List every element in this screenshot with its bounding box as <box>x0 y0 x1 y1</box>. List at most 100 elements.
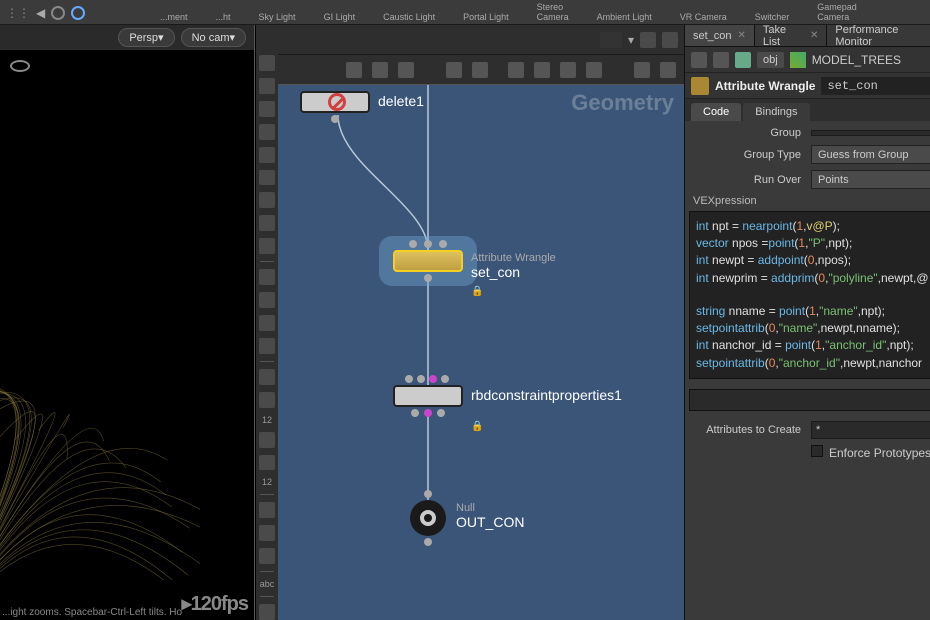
image-icon[interactable] <box>560 62 576 78</box>
shelf-handle-icon[interactable]: ⋮⋮ <box>6 6 30 20</box>
close-icon[interactable]: ✕ <box>738 30 746 41</box>
tool-clean2-icon[interactable] <box>259 432 275 448</box>
node-out-con[interactable]: Null OUT_CON <box>410 500 446 536</box>
shelf-item-label: Caustic Light <box>383 12 435 22</box>
circle-icon[interactable] <box>51 6 65 20</box>
persp-menu[interactable]: Persp▾ <box>118 28 174 47</box>
shelf-item[interactable]: StereoCamera <box>537 2 569 22</box>
shelf-item-label: VR Camera <box>680 12 727 22</box>
grid2-icon[interactable] <box>472 62 488 78</box>
back-icon[interactable]: ◀ <box>36 6 45 20</box>
fwd-icon[interactable] <box>713 52 729 68</box>
shelf-item[interactable]: Ambient Light <box>597 12 652 22</box>
grouptype-label: Group Type <box>689 149 811 161</box>
runover-label: Run Over <box>689 174 811 186</box>
color-icon[interactable] <box>586 62 602 78</box>
fps-counter: ▸120fps <box>182 591 248 616</box>
group-input[interactable] <box>811 130 930 136</box>
shelf-item-label: Ambient Light <box>597 12 652 22</box>
node-set-con[interactable]: Attribute Wrangle set_con 🔒 <box>393 250 463 272</box>
network-pane[interactable]: ▾ 1212abc Geometry <box>255 25 684 620</box>
vex-code-editor[interactable]: int npt = nearpoint(1,v@P); vector npos … <box>689 211 930 379</box>
shelf-item[interactable]: Portal Light <box>463 12 509 22</box>
grid1-icon[interactable] <box>446 62 462 78</box>
tool-select-icon[interactable] <box>259 55 275 71</box>
shelf-item[interactable]: Switcher <box>755 12 790 22</box>
tool-cam2-icon[interactable] <box>259 238 275 254</box>
tab-label: Performance Monitor <box>835 24 930 48</box>
find-icon[interactable] <box>662 32 678 48</box>
tool-abc[interactable]: abc <box>260 579 275 589</box>
network-opt-icon[interactable] <box>600 32 622 48</box>
vex-run-bar[interactable] <box>689 389 930 411</box>
network-path-bar: ▾ <box>256 25 684 55</box>
operator-icon <box>691 77 709 95</box>
tool-cam-icon[interactable] <box>259 215 275 231</box>
shelf-item[interactable]: GI Light <box>324 12 356 22</box>
node-delete1[interactable]: delete1 <box>300 91 370 113</box>
runover-select[interactable]: Points <box>811 170 930 189</box>
tool-ruler2-icon[interactable] <box>259 455 275 471</box>
camera-menu[interactable]: No cam▾ <box>181 28 246 47</box>
tool-light-icon[interactable] <box>259 147 275 163</box>
parm-tab[interactable]: Bindings <box>743 103 809 121</box>
home-icon[interactable] <box>735 52 751 68</box>
operator-name-field[interactable]: set_con <box>821 77 930 95</box>
wrench-icon[interactable] <box>346 62 362 78</box>
pane-tab[interactable]: Take List ✕ <box>755 25 827 46</box>
tool-img-icon[interactable] <box>259 604 275 620</box>
tool-lock-icon[interactable] <box>259 78 275 94</box>
tool-clean-icon[interactable] <box>259 369 275 385</box>
node-rbdconstraint[interactable]: rbdconstraintproperties1 🔒 <box>393 385 463 407</box>
snap2-icon[interactable] <box>534 62 550 78</box>
back-icon[interactable] <box>691 52 707 68</box>
tool-12[interactable]: 12 <box>262 477 272 487</box>
tool-pen-icon[interactable] <box>259 315 275 331</box>
zoom-icon[interactable] <box>634 62 650 78</box>
enforce-checkbox[interactable] <box>811 445 823 457</box>
tool-pen2-icon[interactable] <box>259 338 275 354</box>
tool-t2-icon[interactable] <box>259 525 275 541</box>
close-icon[interactable]: ✕ <box>810 30 818 41</box>
tool-12[interactable]: 12 <box>262 415 272 425</box>
attrs-input[interactable]: * <box>811 421 930 439</box>
shelf-item[interactable]: ...ment <box>160 12 188 22</box>
tool-view-icon[interactable] <box>259 101 275 117</box>
shelf-toolbar: ⋮⋮ ◀ ...ment ...ht Sky Light GI Light Causti… <box>0 0 930 25</box>
tool-ruler-icon[interactable] <box>259 392 275 408</box>
tool-dot-icon[interactable] <box>259 124 275 140</box>
list-icon[interactable] <box>372 62 388 78</box>
pane-tab[interactable]: set_con✕ <box>685 25 755 46</box>
parm-path-bar: obj MODEL_TREES <box>685 47 930 73</box>
expand-icon[interactable] <box>660 62 676 78</box>
path-node[interactable]: MODEL_TREES <box>812 53 901 67</box>
tool-knife-icon[interactable] <box>259 292 275 308</box>
tool-brush-icon[interactable] <box>259 269 275 285</box>
path-obj[interactable]: obj <box>757 52 784 68</box>
pane-tab[interactable]: Performance Monitor✕ <box>827 25 930 46</box>
globe-icon[interactable] <box>71 6 85 20</box>
vex-label: VEXpression <box>693 195 930 207</box>
tool-light2-icon[interactable] <box>259 170 275 186</box>
parm-tab[interactable]: Code <box>691 103 741 121</box>
shelf-item[interactable]: Caustic Light <box>383 12 435 22</box>
tool-t3-icon[interactable] <box>259 548 275 564</box>
sheet-icon[interactable] <box>398 62 414 78</box>
shelf-item-label: Portal Light <box>463 12 509 22</box>
tab-label: Take List <box>763 24 804 48</box>
tool-point-icon[interactable] <box>259 192 275 208</box>
shelf-item[interactable]: VR Camera <box>680 12 727 22</box>
shelf-item[interactable]: Sky Light <box>259 12 296 22</box>
viewport-geometry <box>0 300 200 580</box>
operator-type: Attribute Wrangle <box>715 79 815 93</box>
tool-t1-icon[interactable] <box>259 502 275 518</box>
viewport-pane[interactable]: Persp▾ No cam▾ ...ight zooms. Spacebar-C… <box>0 25 255 620</box>
grouptype-select[interactable]: Guess from Group <box>811 145 930 164</box>
parameter-pane: set_con✕Take List✕Performance Monitor✕+ … <box>684 25 930 620</box>
pin-icon[interactable] <box>640 32 656 48</box>
node-label: delete1 <box>378 93 424 109</box>
shelf-item[interactable]: ...ht <box>216 12 231 22</box>
snap1-icon[interactable] <box>508 62 524 78</box>
shelf-item[interactable]: GamepadCamera <box>817 2 857 22</box>
group-label: Group <box>689 127 811 139</box>
